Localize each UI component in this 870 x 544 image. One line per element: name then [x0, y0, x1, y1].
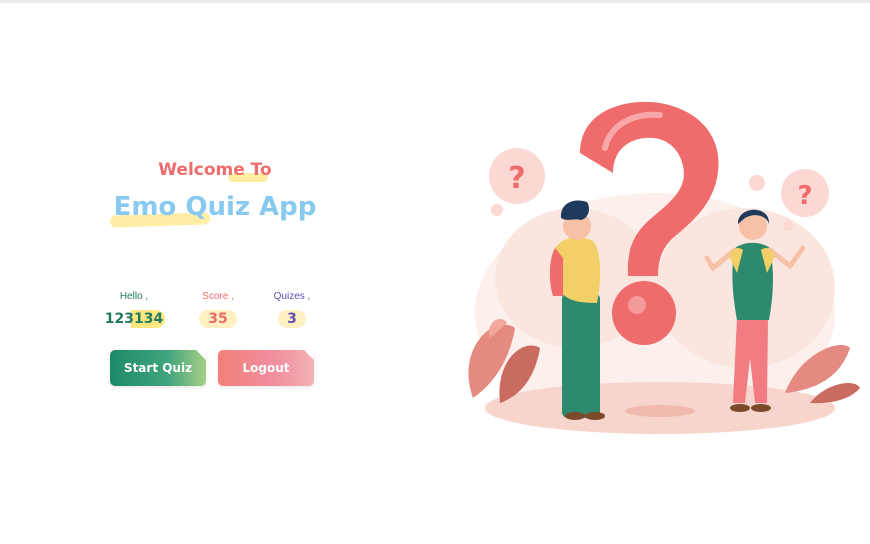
score-label: Score ,	[202, 291, 234, 302]
app-title: Emo Quiz App	[113, 192, 317, 222]
score-stat: Score , 35	[178, 291, 258, 328]
quizzes-stat: Quizes , 3	[252, 291, 332, 328]
quizzes-value: 3	[278, 310, 306, 328]
welcome-panel: Welcome To Emo Quiz App Hello , 123134 S…	[100, 150, 330, 410]
quiz-illustration: ? ?	[468, 101, 860, 434]
svg-text:?: ?	[508, 161, 525, 196]
quizzes-label: Quizes ,	[273, 291, 311, 302]
user-label: Hello ,	[119, 291, 149, 302]
welcome-text: Welcome To	[158, 160, 272, 180]
user-id-value: 123134	[102, 310, 166, 328]
score-value: 35	[199, 310, 237, 328]
svg-text:?: ?	[797, 181, 812, 211]
start-quiz-button[interactable]: Start Quiz	[110, 350, 206, 386]
logout-button[interactable]: Logout	[218, 350, 314, 386]
user-stat: Hello , 123134	[94, 291, 174, 328]
top-border	[0, 0, 870, 3]
